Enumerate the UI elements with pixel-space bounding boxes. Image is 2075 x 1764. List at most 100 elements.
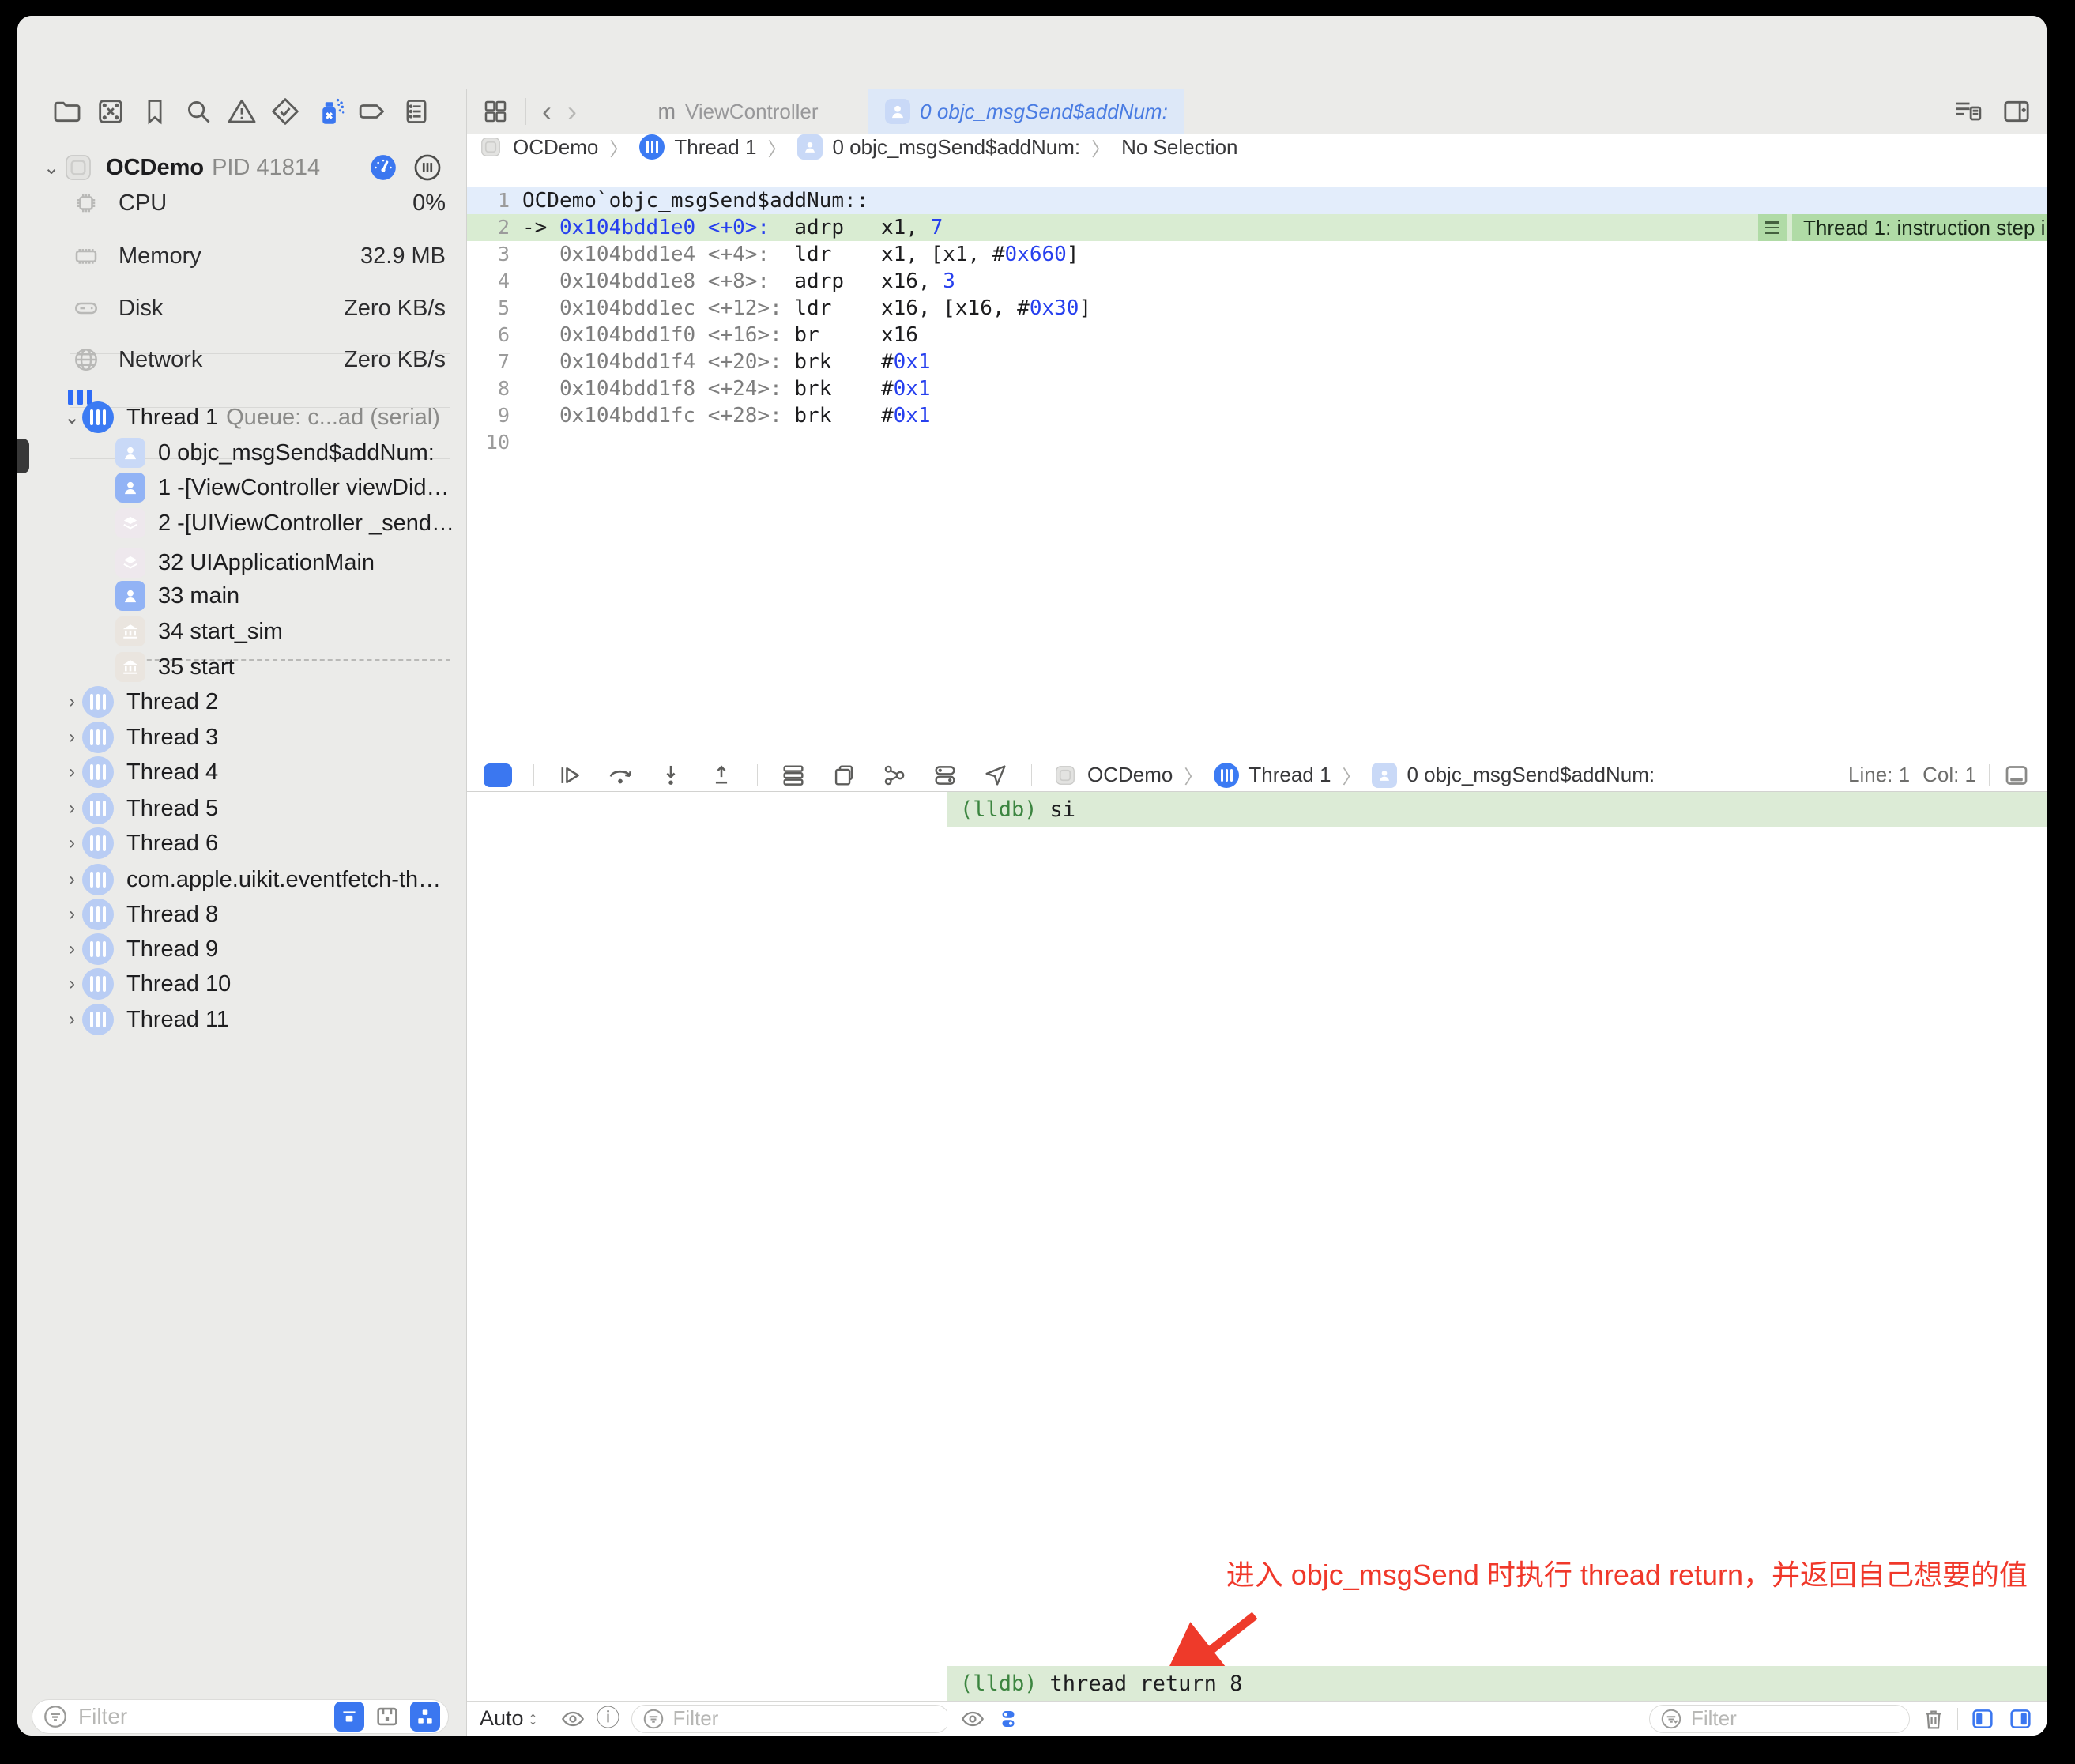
console-output-toggle-icon[interactable] [996, 1707, 1020, 1731]
show-variables-pane-icon[interactable] [1969, 1706, 1996, 1732]
chevron-right-icon[interactable]: › [62, 832, 82, 854]
environment-overrides-icon[interactable] [930, 761, 960, 790]
frame-row[interactable]: 34 start_sim [17, 614, 466, 649]
asm-line[interactable]: 10 [467, 429, 2047, 456]
hide-debug-area-icon[interactable] [2002, 761, 2031, 790]
view-hierarchy-icon[interactable] [829, 761, 859, 790]
view-frames-icon[interactable] [778, 761, 808, 790]
disclosure-chevron-icon[interactable]: ⌄ [41, 156, 62, 179]
frame-row[interactable]: 0 objc_msgSend$addNum: [17, 435, 466, 470]
thread-row-1[interactable]: ⌄ Thread 1 Queue: c...ad (serial) [17, 400, 466, 435]
asm-line[interactable]: 7 0x104bdd1f4 <+20>: brk #0x1 [467, 349, 2047, 375]
chevron-right-icon[interactable]: › [62, 869, 82, 891]
back-icon[interactable]: ‹ [542, 97, 552, 126]
trash-icon[interactable] [1921, 1706, 1946, 1732]
asm-line[interactable]: 3 0x104bdd1e4 <+4>: ldr x1, [x1, #0x660] [467, 241, 2047, 268]
chevron-right-icon[interactable]: › [62, 797, 82, 820]
asm-line-current[interactable]: 2-> 0x104bdd1e0 <+0>: adrp x1, 7 Thread … [467, 214, 2047, 241]
frame-row[interactable]: 33 main [17, 579, 466, 613]
scope-selector[interactable]: Auto↕ [480, 1706, 538, 1731]
jump-item-process[interactable]: OCDemo [513, 135, 598, 160]
eye-icon[interactable] [960, 1706, 985, 1732]
thread-row[interactable]: › Thread 4 [17, 755, 466, 790]
eye-icon[interactable] [560, 1706, 586, 1732]
thread-row[interactable]: › Thread 10 [17, 967, 466, 1001]
gauge-row-network[interactable]: Network Zero KB/s [17, 342, 466, 377]
gauge-row-cpu[interactable]: CPU 0% [17, 186, 466, 220]
view-mode-icon[interactable] [410, 1702, 440, 1732]
crumb-thread[interactable]: Thread 1 [1248, 763, 1331, 787]
variables-filter-input[interactable] [672, 1706, 940, 1732]
search-icon[interactable] [182, 95, 215, 128]
editor-options-icon[interactable] [1952, 96, 1983, 127]
thread-row[interactable]: › Thread 5 [17, 791, 466, 826]
profile-gauge-icon[interactable] [368, 153, 398, 183]
navigator-filter-input[interactable] [77, 1703, 334, 1730]
thread-row[interactable]: › Thread 6 [17, 826, 466, 861]
chevron-right-icon[interactable]: › [62, 761, 82, 783]
gauge-row-memory[interactable]: Memory 32.9 MB [17, 239, 466, 273]
bookmark-icon[interactable] [138, 95, 171, 128]
disclosure-chevron-icon[interactable]: ⌄ [62, 406, 82, 429]
variables-view[interactable]: Auto↕ ⓘ [467, 792, 947, 1736]
asm-line[interactable]: 8 0x104bdd1f8 <+24>: brk #0x1 [467, 375, 2047, 402]
thread-row[interactable]: › Thread 9 [17, 932, 466, 967]
asm-line[interactable]: 4 0x104bdd1e8 <+8>: adrp x16, 3 [467, 268, 2047, 295]
simulate-location-icon[interactable] [981, 761, 1011, 790]
spray-debug-icon[interactable] [313, 95, 346, 128]
tab-viewcontroller[interactable]: m ViewController [608, 89, 868, 134]
related-items-icon[interactable] [481, 97, 510, 126]
chevron-right-icon[interactable]: › [62, 691, 82, 713]
frame-row[interactable]: 1 -[ViewController viewDid… [17, 470, 466, 505]
gauge-row-disk[interactable]: Disk Zero KB/s [17, 291, 466, 326]
info-icon[interactable]: ⓘ [597, 1707, 620, 1731]
chevron-right-icon[interactable]: › [62, 1008, 82, 1031]
asm-line[interactable]: 1OCDemo`objc_msgSend$addNum:: [467, 187, 2047, 214]
thread-row[interactable]: › Thread 3 [17, 720, 466, 755]
lldb-console[interactable]: (lldb) si 进入 objc_msgSend 时执行 thread ret… [947, 792, 2047, 1736]
chevron-right-icon[interactable]: › [62, 903, 82, 925]
process-row[interactable]: ⌄ OCDemo PID 41814 [17, 150, 466, 185]
thread-state-badge[interactable]: Thread 1: instruction step into [1758, 214, 2047, 241]
step-out-icon[interactable] [706, 761, 736, 790]
tab-objc-msgsend[interactable]: 0 objc_msgSend$addNum: [868, 89, 1184, 134]
asm-line[interactable]: 6 0x104bdd1f0 <+16>: br x16 [467, 322, 2047, 349]
jump-item-thread[interactable]: Thread 1 [674, 135, 756, 160]
thread-row[interactable]: › com.apple.uikit.eventfetch-th… [17, 862, 466, 897]
memory-graph-icon[interactable] [879, 761, 909, 790]
disassembly-editor[interactable]: 1OCDemo`objc_msgSend$addNum:: 2-> 0x104b… [467, 160, 2047, 759]
step-over-icon[interactable] [605, 761, 635, 790]
crumb-process[interactable]: OCDemo [1087, 763, 1173, 787]
add-editor-icon[interactable] [2001, 96, 2032, 127]
show-console-pane-icon[interactable] [2007, 1706, 2034, 1732]
chevron-right-icon[interactable]: › [62, 973, 82, 995]
pause-threads-icon[interactable] [412, 153, 442, 183]
thread-row[interactable]: › Thread 2 [17, 684, 466, 719]
frame-row[interactable]: 2 -[UIViewController _send… [17, 506, 466, 541]
asm-line[interactable]: 9 0x104bdd1fc <+28>: brk #0x1 [467, 402, 2047, 429]
report-list-icon[interactable] [400, 95, 433, 128]
xmark-square-icon[interactable] [94, 95, 127, 128]
chevron-right-icon[interactable]: › [62, 938, 82, 960]
diamond-check-icon[interactable] [269, 95, 302, 128]
flatten-stack-icon[interactable] [334, 1702, 364, 1732]
console-filter-input[interactable] [1689, 1706, 1900, 1732]
asm-line[interactable]: 5 0x104bdd1ec <+12>: ldr x16, [x16, #0x3… [467, 295, 2047, 322]
thread-row[interactable]: › Thread 8 [17, 897, 466, 932]
crumb-frame[interactable]: 0 objc_msgSend$addNum: [1407, 763, 1655, 787]
chevron-right-icon[interactable]: › [62, 726, 82, 748]
window-edge-handle[interactable] [17, 439, 29, 473]
warning-icon[interactable] [225, 95, 258, 128]
breakpoint-icon[interactable] [356, 95, 390, 128]
frame-row[interactable]: 32 UIApplicationMain [17, 545, 466, 580]
breakpoints-toggle-icon[interactable] [483, 761, 513, 790]
continue-icon[interactable] [555, 761, 585, 790]
show-crashed-threads-icon[interactable] [372, 1702, 402, 1732]
jump-item-selection[interactable]: No Selection [1121, 135, 1237, 160]
thread-row[interactable]: › Thread 11 [17, 1002, 466, 1037]
step-into-icon[interactable] [656, 761, 686, 790]
folder-icon[interactable] [51, 95, 84, 128]
frame-row[interactable]: 35 start [17, 650, 466, 684]
jump-item-frame[interactable]: 0 objc_msgSend$addNum: [832, 135, 1080, 160]
forward-icon[interactable]: › [567, 97, 577, 126]
